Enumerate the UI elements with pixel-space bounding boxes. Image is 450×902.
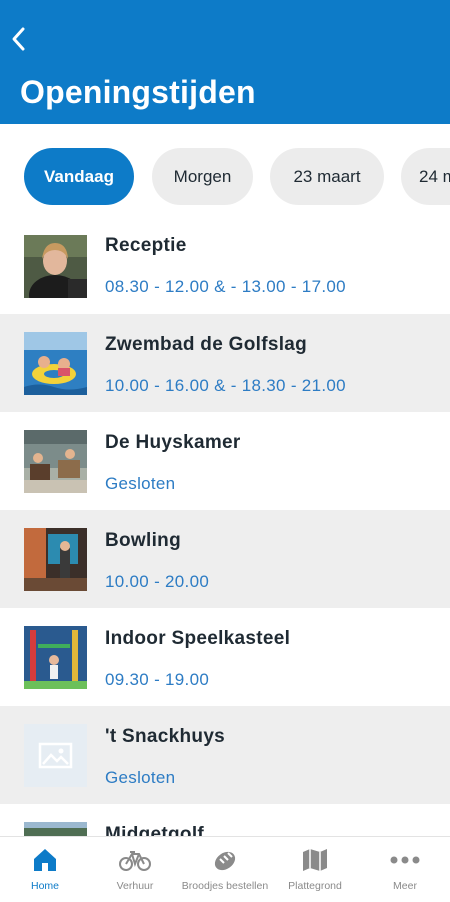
item-name: Receptie: [105, 235, 187, 256]
pool-photo: [24, 332, 87, 395]
playground-photo: [24, 626, 87, 689]
item-name: 't Snackhuys: [105, 726, 226, 747]
item-name: Bowling: [105, 530, 181, 551]
receptie-photo: [24, 235, 87, 298]
item-hours: 08.30 - 12.00 & - 13.00 - 17.00: [105, 277, 346, 296]
item-name: Zwembad de Golfslag: [105, 334, 308, 355]
bread-icon: [214, 851, 236, 871]
tab-label: Verhuur: [116, 880, 154, 892]
item-hours: 09.30 - 19.00: [105, 670, 210, 689]
item-name: Indoor Speelkasteel: [105, 628, 291, 649]
item-hours: 10.00 - 20.00: [105, 572, 210, 591]
list-item[interactable]: Zwembad de Golfslag 10.00 - 16.00 & - 18…: [0, 314, 450, 412]
image-placeholder-icon: [24, 724, 87, 787]
chip-24-march[interactable]: 24 maart: [401, 148, 450, 205]
bowling-photo: [24, 528, 87, 591]
chevron-left-icon: [12, 27, 25, 51]
list-item[interactable]: Bowling 10.00 - 20.00: [0, 510, 450, 608]
item-name: De Huyskamer: [105, 432, 241, 453]
chip-today[interactable]: Vandaag: [24, 148, 134, 205]
tab-map[interactable]: Plattegrond: [270, 837, 360, 901]
tab-rental[interactable]: Verhuur: [90, 837, 180, 901]
bicycle-icon: [119, 851, 151, 871]
tab-label: Plattegrond: [288, 880, 342, 892]
chip-23-march[interactable]: 23 maart: [270, 148, 384, 205]
item-hours: 10.00 - 16.00 & - 18.30 - 21.00: [105, 376, 346, 395]
home-icon: [34, 849, 56, 871]
more-icon: [390, 856, 420, 864]
bottom-tab-bar: Home Verhuur Broodjes bestellen Plattegr…: [0, 836, 450, 901]
page-title: Openingstijden: [20, 74, 256, 110]
app-header: Openingstijden: [0, 0, 450, 124]
tab-label: Meer: [393, 880, 417, 892]
tab-label: Home: [30, 880, 59, 892]
terrace-photo: [24, 430, 87, 493]
tab-home[interactable]: Home: [0, 837, 90, 901]
item-hours: Gesloten: [105, 768, 176, 787]
date-chip-bar[interactable]: Vandaag Morgen 23 maart 24 maart: [0, 124, 450, 230]
tab-more[interactable]: Meer: [360, 837, 450, 901]
list-item[interactable]: Indoor Speelkasteel 09.30 - 19.00: [0, 608, 450, 706]
tab-sandwich-order[interactable]: Broodjes bestellen: [180, 837, 270, 901]
map-icon: [303, 849, 327, 871]
list-item[interactable]: 't Snackhuys Gesloten: [0, 706, 450, 804]
back-button[interactable]: [8, 24, 30, 54]
tab-label: Broodjes bestellen: [181, 880, 269, 892]
item-hours: Gesloten: [105, 474, 176, 493]
list-item[interactable]: De Huyskamer Gesloten: [0, 412, 450, 510]
chip-tomorrow[interactable]: Morgen: [152, 148, 253, 205]
